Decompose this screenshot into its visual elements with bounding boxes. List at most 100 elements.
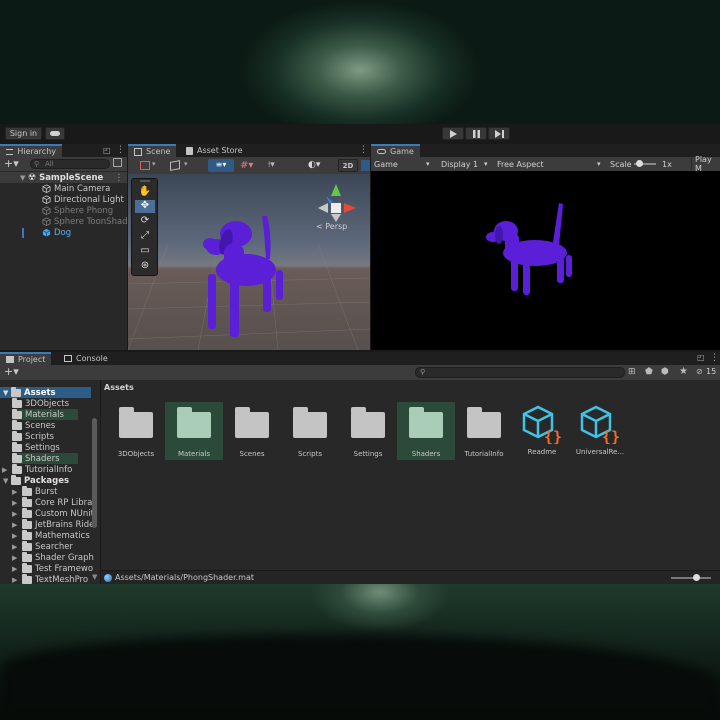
tree-row-assets[interactable]: ▼ Assets <box>0 386 91 398</box>
project-toolbar: +▾ ⚲ ⊞ ⬟ ⬢ ★ ⊘ 15 <box>0 365 720 380</box>
asset-folder-tile[interactable]: Settings <box>339 402 397 460</box>
scale-tool-icon[interactable]: ⤢ <box>135 230 155 243</box>
item-label: Directional Light <box>54 194 124 205</box>
icon-size-slider[interactable] <box>671 574 711 581</box>
project-tab-label: Project <box>18 355 46 364</box>
game-mode-dropdown[interactable]: Game ▾ <box>374 158 434 170</box>
overlay-icon[interactable]: ⟊▾ <box>268 160 275 170</box>
hierarchy-item[interactable]: Sphere Phong <box>42 205 113 216</box>
game-panel: Game Game ▾ Display 1 ▾ Free Aspect ▾ Scale… <box>371 144 720 350</box>
slider-thumb[interactable] <box>693 574 700 581</box>
draw-mode-icon[interactable] <box>140 161 150 170</box>
step-button[interactable] <box>488 127 510 140</box>
project-search-input[interactable]: ⚲ <box>415 367 625 378</box>
play-mode-dropdown[interactable]: Play M <box>691 155 720 173</box>
asset-folder-tile[interactable]: TutorialInfo <box>455 402 513 460</box>
rotate-tool-icon[interactable]: ⟳ <box>135 215 155 228</box>
asset-folder-tile[interactable]: Materials <box>165 402 223 460</box>
create-icon[interactable]: +▾ <box>4 365 19 378</box>
display-dropdown[interactable]: Display 1 ▾ <box>441 158 491 170</box>
tree-row[interactable]: ▶ Shader Graph <box>12 551 94 563</box>
folder-icon <box>177 407 211 438</box>
move-tool-icon[interactable]: ✥ <box>135 200 155 213</box>
prefab-cube-icon <box>42 228 51 237</box>
asset-breadcrumb[interactable]: Assets <box>104 383 134 392</box>
tree-row[interactable]: Materials <box>12 408 78 420</box>
lighting-icon[interactable]: ◐▾ <box>308 160 320 170</box>
search-by-label-icon[interactable]: ⬟ <box>645 367 653 377</box>
tree-row[interactable]: 3DObjects <box>12 397 69 409</box>
sign-in-button[interactable]: Sign in <box>5 127 42 140</box>
grid-snapping-button[interactable]: ≡▾ <box>208 159 234 172</box>
aspect-dropdown[interactable]: Free Aspect ▾ <box>497 158 605 170</box>
project-tree: ▼ Assets 3DObjects Materials Scenes Scrip… <box>0 380 100 584</box>
hierarchy-search-input[interactable]: ⚲ All <box>30 159 110 169</box>
tree-row[interactable]: Settings <box>12 441 60 453</box>
asset-file-tile[interactable]: {} Readme <box>513 402 571 460</box>
play-icon <box>449 129 457 138</box>
tree-row[interactable]: ▶ Core RP Librar <box>12 496 96 508</box>
favorite-icon[interactable]: ★ <box>679 366 688 377</box>
play-button[interactable] <box>442 127 464 140</box>
hierarchy-item[interactable]: Sphere ToonShad <box>42 216 128 227</box>
scene-kebab-icon[interactable]: ⋮ <box>115 173 124 183</box>
tree-row[interactable]: Scripts <box>12 430 54 442</box>
main-toolbar: Sign in <box>0 124 720 144</box>
search-by-tag-icon[interactable]: ⬢ <box>661 367 669 377</box>
rect-tool-icon[interactable]: ▭ <box>135 245 155 258</box>
hierarchy-item-dog[interactable]: Dog <box>42 227 71 238</box>
tab-asset-store[interactable]: Asset Store <box>180 144 249 157</box>
dog-model-scene[interactable] <box>203 216 283 337</box>
hierarchy-item[interactable]: Main Camera <box>42 183 110 194</box>
tree-splitter[interactable] <box>100 380 101 584</box>
tree-row[interactable]: ▶ Searcher <box>12 540 73 552</box>
item-label: Sphere ToonShad <box>54 216 128 227</box>
slider-thumb[interactable] <box>636 160 643 167</box>
tab-scene[interactable]: Scene <box>128 144 177 157</box>
pipeline-asset-icon: {} <box>580 405 620 444</box>
grid-toggle-icon[interactable]: #▾ <box>240 160 253 171</box>
scene-options-icon[interactable] <box>113 158 122 167</box>
pause-button[interactable] <box>465 127 487 140</box>
cloud-button[interactable] <box>45 127 65 140</box>
scale-slider[interactable] <box>634 160 656 167</box>
tree-row[interactable]: ▶ TextMeshPro <box>12 573 88 584</box>
search-by-type-icon[interactable]: ⊞ <box>628 367 636 377</box>
tree-row[interactable]: ▶ TutorialInfo <box>2 463 72 475</box>
hierarchy-item[interactable]: Directional Light <box>42 194 124 205</box>
asset-file-tile[interactable]: {} UniversalRe... <box>571 402 629 460</box>
tree-row[interactable]: Shaders <box>12 452 78 464</box>
tree-row[interactable]: ▶ JetBrains Ride <box>12 518 94 530</box>
asset-folder-tile[interactable]: Shaders <box>397 402 455 460</box>
hand-tool-icon[interactable]: ✋ <box>135 186 155 199</box>
tree-scrollbar[interactable] <box>92 418 97 528</box>
gizmo-cube-icon[interactable] <box>170 160 180 171</box>
tree-row[interactable]: ▶ Mathematics <box>12 529 90 541</box>
kebab-menu-icon[interactable]: ⋮ <box>116 145 125 155</box>
kebab-menu-icon[interactable]: ⋮ <box>710 353 719 363</box>
asset-folder-tile[interactable]: Scripts <box>281 402 339 460</box>
asset-folder-tile[interactable]: Scenes <box>223 402 281 460</box>
lock-icon[interactable]: ◰ <box>103 146 111 155</box>
add-icon[interactable]: +▾ <box>4 157 19 170</box>
tree-row[interactable]: ▶ Test Framewo <box>12 562 93 574</box>
tree-row[interactable]: ▶ Custom NUnit <box>12 507 94 519</box>
tab-hierarchy[interactable]: Hierarchy <box>0 144 62 157</box>
asset-folder-tile[interactable]: 3DObjects <box>107 402 165 460</box>
scene-row[interactable]: ▼ ☢ SampleScene ⋮ <box>0 172 127 183</box>
hidden-packages-icon[interactable]: ⊘ <box>696 367 703 376</box>
hierarchy-tab-label: Hierarchy <box>17 147 56 156</box>
tree-row[interactable]: ▶ Burst <box>12 485 57 497</box>
lock-icon[interactable]: ◰ <box>697 353 705 362</box>
2d-toggle-button[interactable]: 2D <box>338 159 358 172</box>
scene-viewport[interactable]: ✋ ✥ ⟳ ⤢ ▭ ⊛ < Persp <box>128 174 370 350</box>
tree-row[interactable]: Scenes <box>12 419 55 431</box>
tab-project[interactable]: Project <box>0 352 52 365</box>
tree-row-packages[interactable]: ▼ Packages <box>0 474 69 486</box>
persp-label[interactable]: < Persp <box>316 222 347 231</box>
tab-game[interactable]: Game <box>371 144 420 157</box>
game-viewport[interactable] <box>371 171 720 350</box>
tab-console[interactable]: Console <box>58 352 114 365</box>
transform-tool-icon[interactable]: ⊛ <box>135 260 155 273</box>
kebab-menu-icon[interactable]: ⋮ <box>359 145 368 155</box>
